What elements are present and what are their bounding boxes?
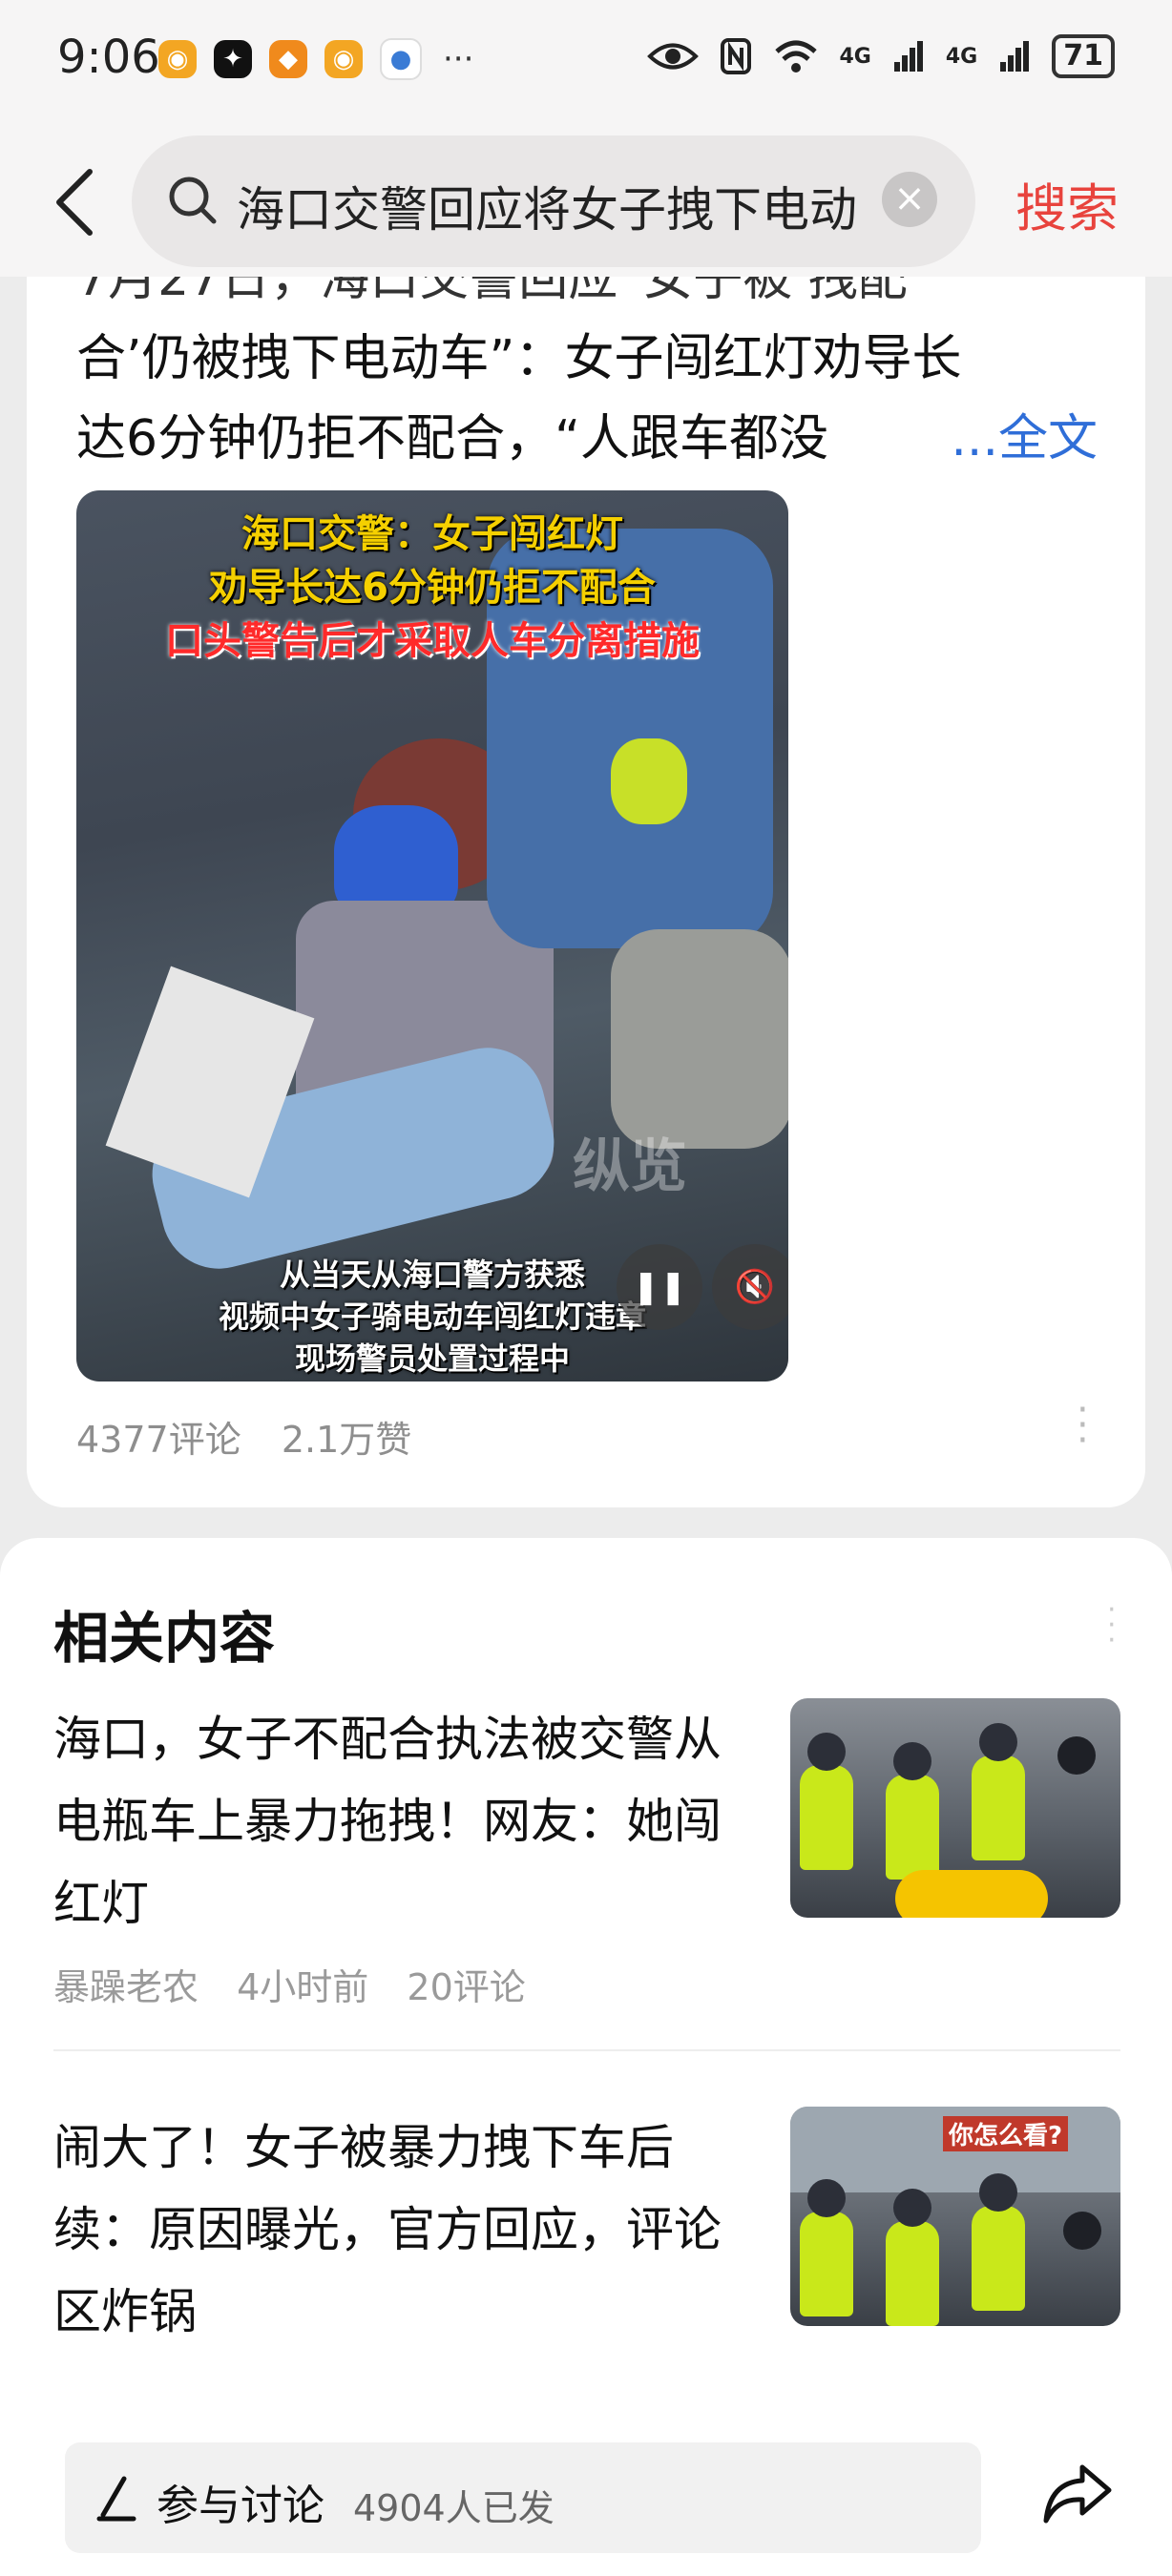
thumb-shape	[972, 1755, 1025, 1860]
search-input[interactable]: 海口交警回应将女子拽下电动 ×	[132, 135, 975, 267]
bag-shape	[611, 929, 788, 1149]
article-stats: 4377评论 2.1万赞	[76, 1410, 440, 1463]
close-icon: ×	[893, 177, 926, 220]
thumb-shape	[895, 1870, 1048, 1918]
search-query[interactable]: 海口交警回应将女子拽下电动	[237, 172, 981, 240]
weibo-icon: ◉	[158, 40, 197, 78]
eye-icon	[646, 43, 699, 70]
signal-icon	[893, 41, 923, 72]
pause-button[interactable]: ❚❚	[617, 1244, 702, 1330]
like-count[interactable]: 2.1万赞	[282, 1419, 411, 1461]
related-item[interactable]: 闹大了！女子被暴力拽下车后续：原因曝光，官方回应，评论区炸锅 你怎么看?	[53, 2107, 1120, 2339]
app-notif-icon: ◆	[269, 40, 307, 78]
article-summary[interactable]: 7月27日，海口交警回应“女子被‘拽配 合’仍被拽下电动车”：女子闯红灯劝导长 …	[76, 277, 1098, 479]
battery-level: 71	[1052, 34, 1115, 78]
caption-line: 海口交警：女子闯红灯	[241, 512, 623, 556]
thumb-shape	[1057, 1736, 1096, 1775]
vest-shape	[611, 738, 687, 824]
discuss-count: 4904人已发	[353, 2487, 555, 2529]
caption-line: 现场警员处置过程中	[294, 1340, 570, 1377]
system-icons: 4G 4G 71	[646, 34, 1115, 78]
article-line-last: 达6分钟仍拒不配合，“人跟车都没 ...全文	[76, 399, 1098, 479]
share-icon[interactable]	[1042, 2462, 1113, 2524]
related-item-title[interactable]: 闹大了！女子被暴力拽下车后续：原因曝光，官方回应，评论区炸锅	[53, 2107, 741, 2353]
caption-line: 口头警告后才采取人车分离措施	[165, 619, 700, 663]
video-player[interactable]: 海口交警：女子闯红灯 劝导长达6分钟仍拒不配合 口头警告后才采取人车分离措施 纵…	[76, 490, 788, 1381]
thumb-shape	[800, 2212, 853, 2316]
item-time: 4小时前	[237, 1966, 369, 2008]
article-line-text: 达6分钟仍拒不配合，“人跟车都没	[76, 410, 829, 467]
pause-icon: ❚❚	[632, 1268, 687, 1306]
mute-icon: 🔇	[734, 1268, 776, 1306]
comment-count[interactable]: 4377评论	[76, 1419, 241, 1461]
clear-search-button[interactable]: ×	[882, 172, 937, 227]
thumb-caption: 你怎么看?	[943, 2116, 1069, 2151]
weibo-icon-2: ◉	[324, 40, 363, 78]
related-content-section: 相关内容 · · · 海口，女子不配合执法被交警从电瓶车上暴力拖拽！网友：她闯红灯 …	[0, 1538, 1172, 2576]
item-source: 暴躁老农	[53, 1966, 199, 2008]
section-title: 相关内容	[53, 1606, 276, 1671]
status-bar: 9:06 ◉ ✦ ◆ ◉ ● ··· 4G 4G 71	[0, 0, 1172, 114]
thumb-shape	[893, 1742, 931, 1780]
caption-line: 劝导长达6分钟仍拒不配合	[209, 566, 656, 610]
thumb-shape	[886, 2221, 939, 2326]
signal-icon-2	[1000, 41, 1030, 72]
signal-4g-label-2: 4G	[945, 44, 978, 69]
more-notifications-icon: ···	[443, 40, 474, 78]
signal-4g-label: 4G	[839, 44, 871, 69]
discuss-label: 参与讨论	[157, 2482, 324, 2530]
notification-icons: ◉ ✦ ◆ ◉ ● ···	[158, 38, 473, 80]
video-caption-top: 海口交警：女子闯红灯 劝导长达6分钟仍拒不配合 口头警告后才采取人车分离措施	[76, 508, 788, 668]
article-line: 7月27日，海口交警回应“女子被‘拽配	[76, 277, 908, 307]
more-options-icon[interactable]: · · ·	[1077, 1391, 1089, 1460]
pen-icon	[96, 2476, 136, 2522]
item-divider	[53, 2049, 1120, 2051]
video-watermark: 纵览	[573, 1133, 687, 1200]
thumb-shape	[800, 1765, 853, 1870]
related-item-thumbnail[interactable]	[790, 1698, 1120, 1918]
related-item-meta: 暴躁老农 4小时前 20评论	[53, 1958, 553, 2010]
browser-icon: ●	[380, 38, 422, 80]
back-button[interactable]	[48, 164, 105, 240]
related-item[interactable]: 海口，女子不配合执法被交警从电瓶车上暴力拖拽！网友：她闯红灯 暴躁老农 4小时前…	[53, 1698, 1120, 2013]
thumb-shape	[807, 2179, 846, 2217]
bottom-bar: 参与讨论 4904人已发	[0, 2423, 1172, 2576]
article-card: 7月27日，海口交警回应“女子被‘拽配 合’仍被拽下电动车”：女子闯红灯劝导长 …	[27, 277, 1145, 1507]
item-comments: 20评论	[407, 1966, 526, 2008]
article-line: 合’仍被拽下电动车”：女子闯红灯劝导长	[76, 330, 962, 387]
search-header: 海口交警回应将女子拽下电动 × 搜索	[0, 114, 1172, 277]
chevron-left-icon	[56, 169, 93, 236]
thumb-shape	[1063, 2212, 1101, 2250]
wifi-icon	[774, 40, 817, 73]
thumb-shape	[972, 2206, 1025, 2311]
status-time: 9:06	[57, 31, 160, 84]
more-options-icon[interactable]: · · ·	[1107, 1596, 1117, 1655]
thumb-shape	[893, 2189, 931, 2227]
qq-icon: ✦	[214, 40, 252, 78]
nfc-icon	[720, 38, 751, 74]
thumb-shape	[979, 1723, 1017, 1761]
thumb-shape	[979, 2173, 1017, 2212]
join-discussion-button[interactable]: 参与讨论 4904人已发	[65, 2442, 981, 2553]
full-text-link[interactable]: ...全文	[951, 399, 1098, 479]
thumb-shape	[807, 1733, 846, 1771]
thumb-shape	[886, 1775, 939, 1880]
search-icon	[169, 177, 217, 224]
related-item-thumbnail[interactable]: 你怎么看?	[790, 2107, 1120, 2326]
search-button[interactable]: 搜索	[1015, 166, 1119, 241]
mute-button[interactable]: 🔇	[712, 1244, 788, 1330]
related-item-title[interactable]: 海口，女子不配合执法被交警从电瓶车上暴力拖拽！网友：她闯红灯	[53, 1698, 741, 1944]
